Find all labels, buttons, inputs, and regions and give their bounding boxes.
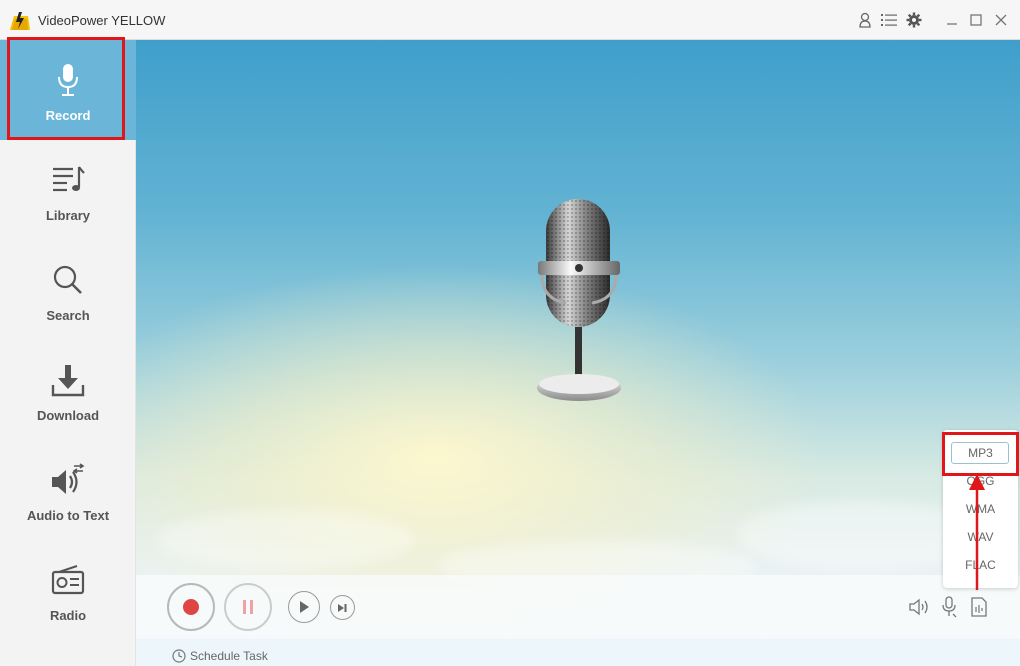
app-title: VideoPower YELLOW [38, 13, 166, 28]
sidebar-item-label: Download [36, 408, 100, 423]
radio-icon [48, 560, 88, 600]
record-icon [183, 599, 199, 615]
schedule-task-button[interactable]: Schedule Task [172, 649, 268, 663]
microphone-source-icon[interactable] [940, 595, 958, 619]
annotation-arrow-icon [969, 474, 985, 590]
speaker-convert-icon [48, 460, 88, 500]
mp3-highlight-frame [942, 432, 1019, 476]
maximize-icon[interactable] [967, 11, 985, 29]
sidebar-item-audio-to-text[interactable]: Audio to Text [0, 440, 136, 540]
sidebar-item-download[interactable]: Download [0, 340, 136, 440]
cloud-decoration [156, 510, 416, 570]
sidebar-item-label: Audio to Text [26, 508, 110, 523]
minimize-icon[interactable] [943, 11, 961, 29]
status-bar: Schedule Task [136, 639, 1020, 666]
pause-button[interactable] [224, 583, 272, 631]
download-icon [48, 360, 88, 400]
play-icon [300, 601, 309, 613]
sidebar-item-radio[interactable]: Radio [0, 540, 136, 640]
user-icon[interactable] [856, 11, 874, 29]
close-icon[interactable] [992, 11, 1010, 29]
audio-file-icon[interactable] [970, 595, 988, 619]
sidebar-item-label: Search [46, 308, 90, 323]
app-logo-icon [10, 12, 30, 30]
music-list-icon [48, 160, 88, 200]
record-highlight-frame [7, 37, 125, 140]
microphone-illustration [537, 199, 621, 401]
title-bar: VideoPower YELLOW [0, 0, 1020, 40]
sidebar-item-search[interactable]: Search [0, 240, 136, 340]
list-icon[interactable] [880, 11, 898, 29]
recording-stage: Schedule Task [136, 40, 1020, 666]
search-icon [48, 260, 88, 300]
schedule-task-label: Schedule Task [190, 649, 268, 663]
clock-icon [172, 649, 186, 663]
play-button[interactable] [288, 591, 320, 623]
gear-icon[interactable] [905, 11, 923, 29]
volume-icon[interactable] [909, 597, 931, 617]
sidebar-item-label: Radio [49, 608, 87, 623]
record-button[interactable] [167, 583, 215, 631]
pause-icon [243, 600, 253, 614]
sidebar-item-library[interactable]: Library [0, 140, 136, 240]
sidebar-item-label: Library [45, 208, 91, 223]
next-button[interactable] [330, 595, 355, 620]
control-bar [136, 575, 1020, 639]
next-icon [338, 603, 347, 612]
